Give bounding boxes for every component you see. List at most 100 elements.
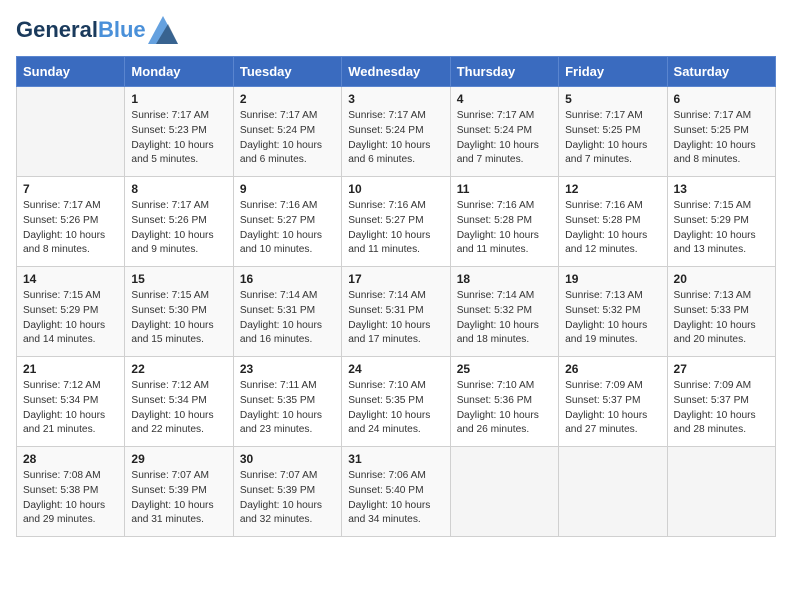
weekday-header-monday: Monday [125, 57, 233, 87]
day-number: 3 [348, 92, 443, 106]
day-number: 15 [131, 272, 226, 286]
day-info: Sunrise: 7:17 AMSunset: 5:26 PMDaylight:… [131, 199, 226, 258]
day-number: 2 [240, 92, 335, 106]
day-number: 6 [674, 92, 769, 106]
weekday-header-sunday: Sunday [17, 57, 125, 87]
day-number: 30 [240, 452, 335, 466]
day-info: Sunrise: 7:13 AMSunset: 5:32 PMDaylight:… [565, 289, 660, 348]
day-number: 1 [131, 92, 226, 106]
logo: GeneralBlue [16, 16, 178, 44]
calendar-day-cell: 15 Sunrise: 7:15 AMSunset: 5:30 PMDayligh… [125, 267, 233, 357]
day-info: Sunrise: 7:17 AMSunset: 5:24 PMDaylight:… [348, 109, 443, 168]
day-info: Sunrise: 7:09 AMSunset: 5:37 PMDaylight:… [674, 379, 769, 438]
day-info: Sunrise: 7:06 AMSunset: 5:40 PMDaylight:… [348, 469, 443, 528]
day-number: 21 [23, 362, 118, 376]
calendar-day-cell: 29 Sunrise: 7:07 AMSunset: 5:39 PMDayligh… [125, 447, 233, 537]
day-info: Sunrise: 7:10 AMSunset: 5:36 PMDaylight:… [457, 379, 552, 438]
calendar-day-cell [667, 447, 775, 537]
day-number: 23 [240, 362, 335, 376]
calendar-day-cell: 22Sunrise: 7:12 AMSunset: 5:34 PMDayligh… [125, 357, 233, 447]
day-info: Sunrise: 7:07 AMSunset: 5:39 PMDaylight:… [240, 469, 335, 528]
calendar-day-cell: 18 Sunrise: 7:14 AMSunset: 5:32 PMDayligh… [450, 267, 558, 357]
calendar-day-cell: 17Sunrise: 7:14 AMSunset: 5:31 PMDayligh… [342, 267, 450, 357]
day-number: 24 [348, 362, 443, 376]
day-info: Sunrise: 7:17 AMSunset: 5:25 PMDaylight:… [565, 109, 660, 168]
day-info: Sunrise: 7:16 AMSunset: 5:28 PMDaylight:… [457, 199, 552, 258]
calendar-week-row: 7 Sunrise: 7:17 AMSunset: 5:26 PMDaylight… [17, 177, 776, 267]
day-number: 29 [131, 452, 226, 466]
logo-text: GeneralBlue [16, 18, 146, 42]
calendar-day-cell: 14 Sunrise: 7:15 AMSunset: 5:29 PMDayligh… [17, 267, 125, 357]
day-info: Sunrise: 7:16 AMSunset: 5:27 PMDaylight:… [240, 199, 335, 258]
day-number: 25 [457, 362, 552, 376]
calendar-day-cell: 21Sunrise: 7:12 AMSunset: 5:34 PMDayligh… [17, 357, 125, 447]
calendar-day-cell: 8 Sunrise: 7:17 AMSunset: 5:26 PMDaylight… [125, 177, 233, 267]
calendar-day-cell: 30 Sunrise: 7:07 AMSunset: 5:39 PMDayligh… [233, 447, 341, 537]
calendar-day-cell [17, 87, 125, 177]
day-number: 12 [565, 182, 660, 196]
calendar-day-cell: 13 Sunrise: 7:15 AMSunset: 5:29 PMDayligh… [667, 177, 775, 267]
calendar-day-cell: 24 Sunrise: 7:10 AMSunset: 5:35 PMDayligh… [342, 357, 450, 447]
day-number: 26 [565, 362, 660, 376]
day-info: Sunrise: 7:13 AMSunset: 5:33 PMDaylight:… [674, 289, 769, 348]
calendar-day-cell: 26 Sunrise: 7:09 AMSunset: 5:37 PMDayligh… [559, 357, 667, 447]
day-number: 27 [674, 362, 769, 376]
day-info: Sunrise: 7:10 AMSunset: 5:35 PMDaylight:… [348, 379, 443, 438]
calendar-day-cell: 20 Sunrise: 7:13 AMSunset: 5:33 PMDayligh… [667, 267, 775, 357]
day-info: Sunrise: 7:17 AMSunset: 5:23 PMDaylight:… [131, 109, 226, 168]
day-info: Sunrise: 7:15 AMSunset: 5:30 PMDaylight:… [131, 289, 226, 348]
calendar-day-cell: 9 Sunrise: 7:16 AMSunset: 5:27 PMDaylight… [233, 177, 341, 267]
day-info: Sunrise: 7:14 AMSunset: 5:32 PMDaylight:… [457, 289, 552, 348]
day-number: 18 [457, 272, 552, 286]
day-info: Sunrise: 7:15 AMSunset: 5:29 PMDaylight:… [674, 199, 769, 258]
calendar-day-cell: 7 Sunrise: 7:17 AMSunset: 5:26 PMDaylight… [17, 177, 125, 267]
calendar-day-cell: 31 Sunrise: 7:06 AMSunset: 5:40 PMDayligh… [342, 447, 450, 537]
weekday-header-thursday: Thursday [450, 57, 558, 87]
day-number: 16 [240, 272, 335, 286]
day-info: Sunrise: 7:15 AMSunset: 5:29 PMDaylight:… [23, 289, 118, 348]
day-number: 28 [23, 452, 118, 466]
day-number: 11 [457, 182, 552, 196]
day-number: 14 [23, 272, 118, 286]
calendar-day-cell: 5 Sunrise: 7:17 AMSunset: 5:25 PMDaylight… [559, 87, 667, 177]
day-number: 4 [457, 92, 552, 106]
calendar-day-cell: 12Sunrise: 7:16 AMSunset: 5:28 PMDayligh… [559, 177, 667, 267]
calendar-day-cell: 2Sunrise: 7:17 AMSunset: 5:24 PMDaylight… [233, 87, 341, 177]
day-number: 20 [674, 272, 769, 286]
calendar-week-row: 28Sunrise: 7:08 AMSunset: 5:38 PMDayligh… [17, 447, 776, 537]
day-info: Sunrise: 7:09 AMSunset: 5:37 PMDaylight:… [565, 379, 660, 438]
calendar-day-cell: 1 Sunrise: 7:17 AMSunset: 5:23 PMDaylight… [125, 87, 233, 177]
calendar-day-cell: 28Sunrise: 7:08 AMSunset: 5:38 PMDayligh… [17, 447, 125, 537]
logo-icon [148, 16, 178, 44]
day-number: 9 [240, 182, 335, 196]
day-number: 10 [348, 182, 443, 196]
weekday-header-tuesday: Tuesday [233, 57, 341, 87]
day-number: 5 [565, 92, 660, 106]
day-info: Sunrise: 7:07 AMSunset: 5:39 PMDaylight:… [131, 469, 226, 528]
day-info: Sunrise: 7:17 AMSunset: 5:24 PMDaylight:… [457, 109, 552, 168]
weekday-header-friday: Friday [559, 57, 667, 87]
calendar-week-row: 21 Sunrise: 7:12 AMSunset: 5:34 PMDayligh… [17, 357, 776, 447]
day-number: 7 [23, 182, 118, 196]
day-info: Sunrise: 7:12 AMSunset: 5:34 PMDaylight:… [131, 379, 226, 438]
weekday-header-saturday: Saturday [667, 57, 775, 87]
calendar-day-cell [559, 447, 667, 537]
calendar-day-cell: 27 Sunrise: 7:09 AMSunset: 5:37 PMDayligh… [667, 357, 775, 447]
calendar-day-cell: 19 Sunrise: 7:13 AMSunset: 5:32 PMDayligh… [559, 267, 667, 357]
day-info: Sunrise: 7:17 AMSunset: 5:26 PMDaylight:… [23, 199, 118, 258]
day-number: 8 [131, 182, 226, 196]
day-number: 13 [674, 182, 769, 196]
page-header: GeneralBlue [16, 16, 776, 44]
calendar-table: SundayMondayTuesdayWednesdayThursdayFrid… [16, 56, 776, 537]
calendar-week-row: 1 Sunrise: 7:17 AMSunset: 5:23 PMDaylight… [17, 87, 776, 177]
day-info: Sunrise: 7:11 AMSunset: 5:35 PMDaylight:… [240, 379, 335, 438]
calendar-day-cell [450, 447, 558, 537]
calendar-day-cell: 4 Sunrise: 7:17 AMSunset: 5:24 PMDaylight… [450, 87, 558, 177]
calendar-day-cell: 23 Sunrise: 7:11 AMSunset: 5:35 PMDayligh… [233, 357, 341, 447]
day-number: 19 [565, 272, 660, 286]
calendar-day-cell: 16Sunrise: 7:14 AMSunset: 5:31 PMDayligh… [233, 267, 341, 357]
day-info: Sunrise: 7:17 AMSunset: 5:25 PMDaylight:… [674, 109, 769, 168]
calendar-day-cell: 3 Sunrise: 7:17 AMSunset: 5:24 PMDaylight… [342, 87, 450, 177]
calendar-header-row: SundayMondayTuesdayWednesdayThursdayFrid… [17, 57, 776, 87]
day-number: 31 [348, 452, 443, 466]
